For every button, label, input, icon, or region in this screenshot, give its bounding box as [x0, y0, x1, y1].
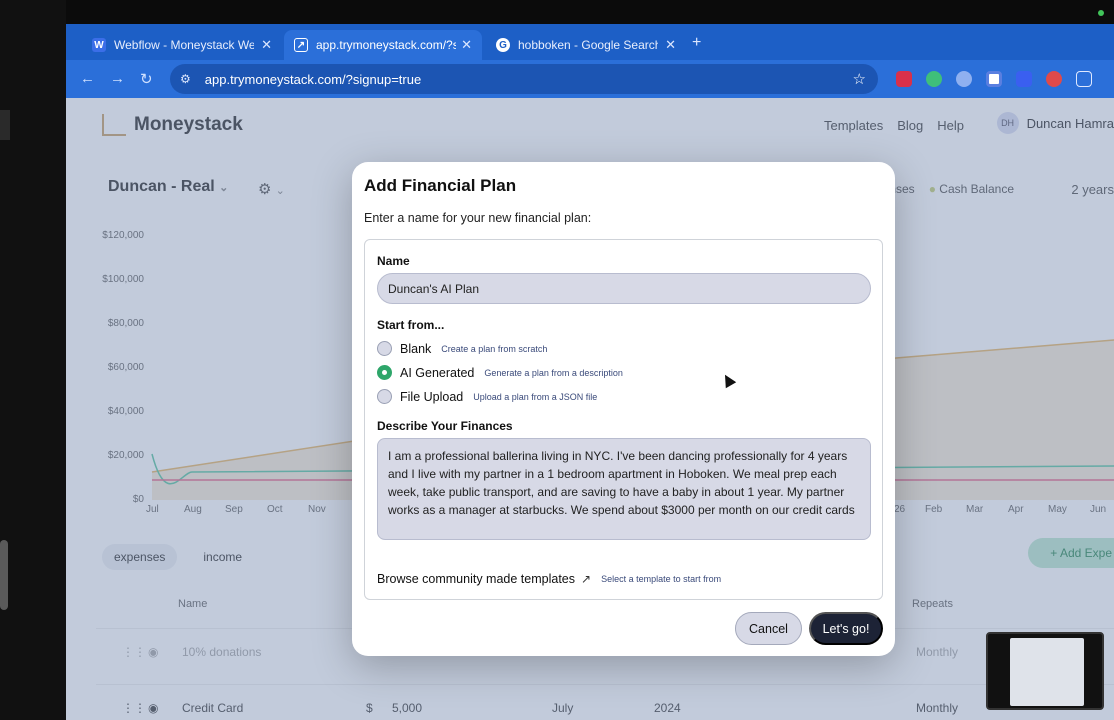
describe-label: Describe Your Finances	[377, 419, 513, 433]
tab-bar: W Webflow - Moneystack Webs ✕ ↗ app.trym…	[66, 24, 1114, 60]
url-field[interactable]: ⚙ app.trymoneystack.com/?signup=true ☆	[170, 64, 878, 94]
extension-icon[interactable]	[1016, 71, 1032, 87]
lets-go-button[interactable]: Let's go!	[809, 612, 883, 645]
browse-label: Browse community made templates	[377, 572, 575, 586]
dialog-title: Add Financial Plan	[364, 176, 517, 195]
thumbnail-preview	[1010, 638, 1084, 706]
screen-recording-thumbnail[interactable]	[986, 632, 1104, 710]
option-hint: Upload a plan from a JSON file	[473, 391, 598, 402]
extension-icon[interactable]	[896, 71, 912, 87]
chart-icon: ↗	[294, 38, 308, 52]
reload-icon[interactable]: ↻	[140, 70, 153, 88]
option-file-upload[interactable]: File Upload Upload a plan from a JSON fi…	[377, 389, 597, 404]
close-tab-icon[interactable]: ✕	[665, 37, 676, 53]
tab-webflow[interactable]: W Webflow - Moneystack Webs ✕	[82, 30, 282, 60]
radio-file-upload[interactable]	[377, 389, 392, 404]
extension-icon[interactable]	[1046, 71, 1062, 87]
option-label: File Upload	[400, 389, 464, 404]
tab-moneystack[interactable]: ↗ app.trymoneystack.com/?sign ✕	[284, 30, 482, 60]
address-bar: ← → ↻ ⚙ app.trymoneystack.com/?signup=tr…	[66, 60, 1114, 98]
tab-google[interactable]: G hobboken - Google Search ✕	[486, 30, 686, 60]
close-tab-icon[interactable]: ✕	[261, 37, 272, 53]
browser-window: W Webflow - Moneystack Webs ✕ ↗ app.trym…	[66, 24, 1114, 720]
extension-icon[interactable]	[986, 71, 1002, 87]
url-text: app.trymoneystack.com/?signup=true	[204, 71, 422, 87]
add-plan-dialog: Add Financial Plan Enter a name for your…	[352, 162, 895, 656]
extension-icon[interactable]	[956, 71, 972, 87]
option-label: Blank	[400, 341, 432, 356]
close-tab-icon[interactable]: ✕	[461, 37, 472, 53]
camera-indicator	[1098, 10, 1104, 16]
desktop-edge-bar	[0, 110, 10, 140]
extensions-puzzle-icon[interactable]	[1076, 71, 1092, 87]
bookmark-star-icon[interactable]: ☆	[853, 70, 866, 88]
forward-icon[interactable]: →	[110, 70, 125, 87]
plan-name-input[interactable]: Duncan's AI Plan	[377, 273, 871, 304]
desktop-scroll-indicator	[0, 540, 8, 610]
tab-label: hobboken - Google Search	[518, 38, 658, 52]
option-hint: Generate a plan from a description	[484, 367, 623, 378]
name-label: Name	[377, 254, 410, 268]
new-tab-icon[interactable]: +	[692, 34, 701, 52]
site-settings-icon[interactable]: ⚙	[180, 72, 191, 86]
option-label: AI Generated	[400, 365, 475, 380]
radio-blank[interactable]	[377, 341, 392, 356]
cancel-button[interactable]: Cancel	[735, 612, 802, 645]
dialog-subtitle: Enter a name for your new financial plan…	[364, 211, 592, 225]
option-ai-generated[interactable]: AI Generated Generate a plan from a desc…	[377, 365, 623, 380]
browse-templates-link[interactable]: Browse community made templates ↗ Select…	[377, 572, 721, 586]
back-icon[interactable]: ←	[80, 70, 95, 87]
tab-label: app.trymoneystack.com/?sign	[316, 38, 456, 52]
extension-icon[interactable]	[926, 71, 942, 87]
google-icon: G	[496, 38, 510, 52]
radio-ai-generated[interactable]	[377, 365, 392, 380]
tab-label: Webflow - Moneystack Webs	[114, 38, 254, 52]
finances-description-textarea[interactable]: I am a professional ballerina living in …	[377, 438, 871, 540]
plan-form: Name Duncan's AI Plan Start from... Blan…	[364, 239, 883, 600]
start-from-label: Start from...	[377, 318, 445, 332]
external-link-icon: ↗	[581, 572, 592, 586]
option-blank[interactable]: Blank Create a plan from scratch	[377, 341, 547, 356]
desktop-left-edge	[0, 0, 66, 720]
webflow-icon: W	[92, 38, 106, 52]
browse-hint: Select a template to start from	[601, 574, 722, 584]
option-hint: Create a plan from scratch	[441, 343, 548, 354]
